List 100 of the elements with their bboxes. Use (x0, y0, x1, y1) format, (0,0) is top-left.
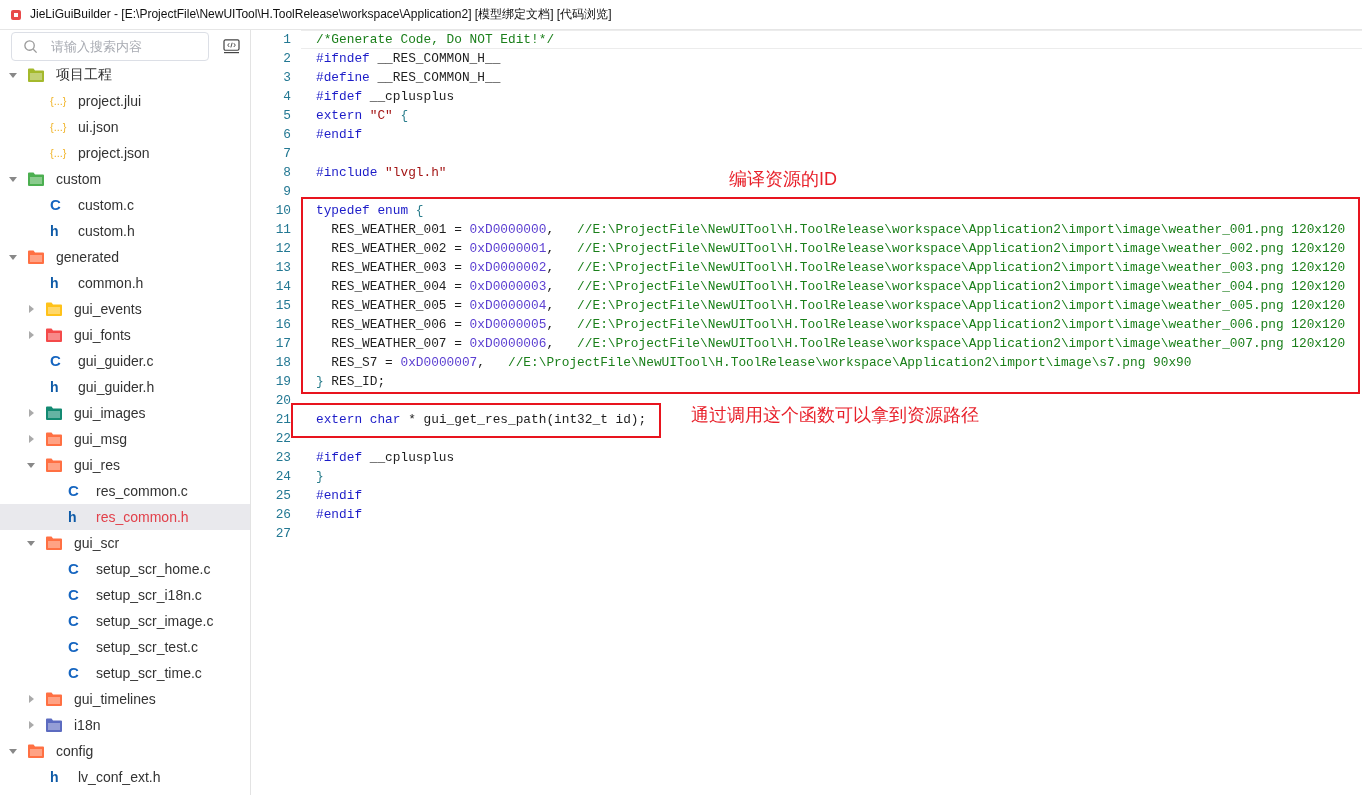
collapse-arrow-icon[interactable] (26, 538, 36, 548)
tree-item[interactable]: gui_msg (0, 426, 250, 452)
code-line: RES_WEATHER_005 = 0xD0000004, //E:\ProjectFile\NewUITool\H.ToolRelease\workspace\Application2\import\image\weather_005.png 120x120 (330, 298, 1346, 313)
annotation-note: 通过调用这个函数可以拿到资源路径 (691, 404, 980, 427)
tree-item[interactable]: gui_images (0, 400, 250, 426)
code-line: RES_WEATHER_004 = 0xD0000003, //E:\ProjectFile\NewUITool\H.ToolRelease\workspace\Application2\import\image\weather_004.png 120x120 (330, 279, 1346, 294)
annotation-note: 编译资源的ID (729, 168, 837, 191)
line-number: 8 (282, 165, 291, 180)
line-number: 9 (282, 184, 291, 199)
file-type-icon: C (68, 665, 79, 681)
line-number: 25 (274, 488, 291, 503)
line-number: 12 (274, 241, 291, 256)
line-number: 20 (274, 393, 291, 408)
file-type-icon: {...} (50, 93, 67, 109)
line-number: 17 (274, 336, 291, 351)
line-number: 2 (282, 51, 291, 66)
line-number: 24 (274, 469, 291, 484)
collapse-arrow-icon[interactable] (8, 174, 18, 184)
code-line: extern "C" { (316, 108, 409, 123)
tree-item[interactable]: 项目工程 (0, 62, 250, 88)
code-line: extern char * gui_get_res_path(int32_t id); (316, 412, 647, 427)
collapse-arrow-icon[interactable] (8, 252, 18, 262)
code-line: #endif (316, 488, 363, 503)
file-type-icon: h (50, 379, 59, 395)
tree-item[interactable]: h custom.h (0, 218, 250, 244)
tree-item[interactable]: generated (0, 244, 250, 270)
expand-arrow-icon[interactable] (26, 330, 36, 340)
expand-arrow-icon[interactable] (26, 694, 36, 704)
tree-item[interactable]: h lv_conf_ext.h (0, 764, 250, 790)
code-view-icon[interactable] (223, 39, 240, 54)
file-type-icon: {...} (50, 119, 67, 135)
search-field[interactable]: 请输入搜索内容 (11, 32, 209, 61)
collapse-arrow-icon[interactable] (8, 70, 18, 80)
line-number: 22 (274, 431, 291, 446)
tree-item[interactable]: C setup_scr_image.c (0, 608, 250, 634)
tree-item[interactable]: gui_fonts (0, 322, 250, 348)
tree-item[interactable]: C setup_scr_i18n.c (0, 582, 250, 608)
expand-arrow-icon[interactable] (26, 408, 36, 418)
file-type-icon: C (50, 353, 61, 369)
tree-item[interactable]: C setup_scr_home.c (0, 556, 250, 582)
tree-item[interactable]: i18n (0, 712, 250, 738)
line-number: 6 (282, 127, 291, 142)
file-type-icon: C (68, 483, 79, 499)
tree-item[interactable]: h gui_guider.h (0, 374, 250, 400)
file-type-icon: C (68, 613, 79, 629)
window-title: JieLiGuiBuilder - [E:\ProjectFile\NewUITool\H.ToolRelease\workspace\Application2] [模型绑定文档] [代码浏览] (30, 6, 612, 23)
tree-item[interactable]: h common.h (0, 270, 250, 296)
line-number: 26 (274, 507, 291, 522)
code-line: #ifdef __cplusplus (316, 450, 455, 465)
tree-item[interactable]: {...} project.json (0, 140, 250, 166)
line-number: 15 (274, 298, 291, 313)
tree-item[interactable]: gui_events (0, 296, 250, 322)
line-number: 27 (274, 526, 291, 541)
file-type-icon: C (68, 639, 79, 655)
line-number: 21 (274, 412, 291, 427)
tree-item[interactable]: C custom.c (0, 192, 250, 218)
code-line: /*Generate Code, Do NOT Edit!*/ (316, 32, 555, 47)
code-line: RES_WEATHER_003 = 0xD0000002, //E:\ProjectFile\NewUITool\H.ToolRelease\workspace\Application2\import\image\weather_003.png 120x120 (330, 260, 1346, 275)
code-line: RES_WEATHER_007 = 0xD0000006, //E:\ProjectFile\NewUITool\H.ToolRelease\workspace\Application2\import\image\weather_007.png 120x120 (330, 336, 1346, 351)
collapse-arrow-icon[interactable] (8, 746, 18, 756)
tree-item[interactable]: C setup_scr_test.c (0, 634, 250, 660)
code-line: RES_WEATHER_001 = 0xD0000000, //E:\ProjectFile\NewUITool\H.ToolRelease\workspace\Application2\import\image\weather_001.png 120x120 (330, 222, 1346, 237)
line-number: 13 (274, 260, 291, 275)
tree-item[interactable]: C setup_scr_time.c (0, 660, 250, 686)
line-number: 1 (282, 32, 291, 47)
code-line: RES_WEATHER_002 = 0xD0000001, //E:\ProjectFile\NewUITool\H.ToolRelease\workspace\Application2\import\image\weather_002.png 120x120 (330, 241, 1346, 256)
tree-item[interactable]: {...} ui.json (0, 114, 250, 140)
line-number: 3 (282, 70, 291, 85)
line-number: 5 (282, 108, 291, 123)
line-number: 16 (274, 317, 291, 332)
line-number: 7 (282, 146, 291, 161)
expand-arrow-icon[interactable] (26, 304, 36, 314)
code-line: #endif (316, 127, 363, 142)
file-type-icon: C (50, 197, 61, 213)
tree-item[interactable]: h res_common.h (0, 504, 250, 530)
tree-item[interactable]: config (0, 738, 250, 764)
file-type-icon: h (50, 275, 59, 291)
expand-arrow-icon[interactable] (26, 434, 36, 444)
tree-item[interactable]: custom (0, 166, 250, 192)
line-number: 10 (274, 203, 291, 218)
tree-item[interactable]: gui_timelines (0, 686, 250, 712)
code-line: #ifndef __RES_COMMON_H__ (316, 51, 501, 66)
tree-item[interactable]: C res_common.c (0, 478, 250, 504)
expand-arrow-icon[interactable] (26, 720, 36, 730)
line-number: 19 (274, 374, 291, 389)
tree-item[interactable]: C gui_guider.c (0, 348, 250, 374)
app-logo-icon (10, 8, 22, 21)
search-icon (23, 39, 38, 54)
code-line: } RES_ID; (316, 374, 386, 389)
line-number: 14 (274, 279, 291, 294)
collapse-arrow-icon[interactable] (26, 460, 36, 470)
file-type-icon: C (68, 561, 79, 577)
tree-item[interactable]: gui_scr (0, 530, 250, 556)
tree-item[interactable]: gui_res (0, 452, 250, 478)
line-number: 4 (282, 89, 291, 104)
line-number: 11 (274, 222, 291, 237)
tree-item[interactable]: {...} project.jlui (0, 88, 250, 114)
file-type-icon: {...} (50, 145, 67, 161)
line-number: 23 (274, 450, 291, 465)
file-type-icon: h (50, 769, 59, 785)
